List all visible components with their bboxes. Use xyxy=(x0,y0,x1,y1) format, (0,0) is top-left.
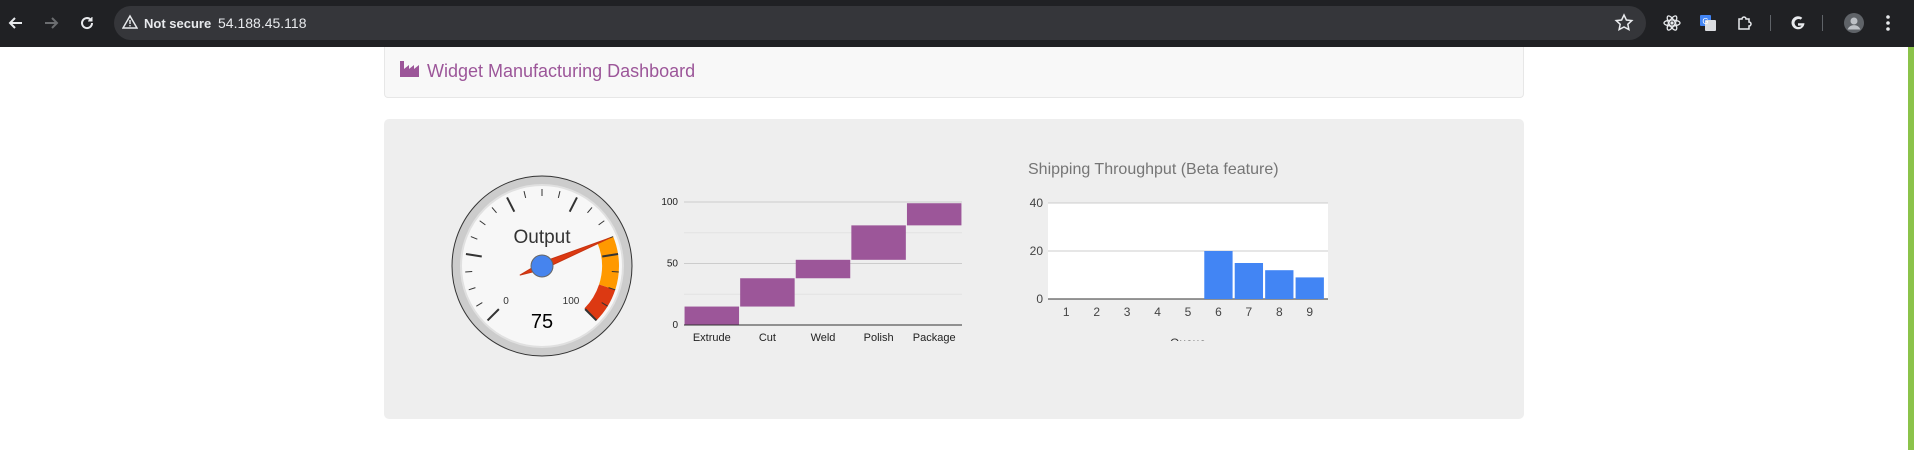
gauge-tick xyxy=(465,270,473,273)
throughput-bar[interactable] xyxy=(1295,277,1324,299)
forward-icon[interactable] xyxy=(39,11,63,35)
waterfall-bar[interactable] xyxy=(795,259,851,279)
google-translate-icon[interactable]: G xyxy=(1696,11,1720,35)
x-tick-label: Cut xyxy=(759,332,776,344)
dashboard-panel: Output 0 100 75 0 50 100 Extrude Cut Weld Poli… xyxy=(384,119,1524,419)
gauge-tick xyxy=(611,270,619,273)
gauge-hub xyxy=(530,254,554,278)
throughput-bar[interactable] xyxy=(1204,251,1233,299)
gauge-max-label: 100 xyxy=(563,296,580,307)
x-tick-label: 1 xyxy=(1063,305,1070,319)
x-tick-label: 2 xyxy=(1093,305,1100,319)
profile-avatar-icon[interactable] xyxy=(1842,11,1866,35)
y-tick-label: 40 xyxy=(1030,196,1044,210)
svg-text:G: G xyxy=(1702,17,1708,26)
toolbar-divider xyxy=(1770,15,1771,31)
dashboard-navbar: Widget Manufacturing Dashboard xyxy=(384,47,1524,98)
page-title: Widget Manufacturing Dashboard xyxy=(427,61,696,81)
throughput-bar[interactable] xyxy=(1265,270,1294,299)
google-icon[interactable] xyxy=(1786,11,1810,35)
warning-icon xyxy=(121,14,139,33)
react-devtools-icon[interactable] xyxy=(1660,11,1684,35)
x-axis-label: Queue xyxy=(1170,336,1206,341)
menu-dots-icon[interactable] xyxy=(1876,11,1900,35)
waterfall-bar[interactable] xyxy=(684,306,740,325)
navbar-brand[interactable]: Widget Manufacturing Dashboard xyxy=(400,61,695,82)
shipping-svg: 0 20 40 1 2 3 4 5 6 7 8 9 Queue xyxy=(1030,196,1328,341)
gauge-min-label: 0 xyxy=(503,296,509,307)
x-tick-label: Weld xyxy=(811,332,836,344)
x-tick-label: 5 xyxy=(1185,305,1192,319)
gauge-label: Output xyxy=(513,227,571,248)
factory-icon xyxy=(400,61,419,82)
x-tick-label: 8 xyxy=(1276,305,1283,319)
output-gauge: Output 0 100 75 xyxy=(451,175,633,357)
gauge-value: 75 xyxy=(531,311,553,333)
x-tick-label: 6 xyxy=(1215,305,1222,319)
toolbar-divider xyxy=(1822,15,1823,31)
shipping-throughput-chart: Shipping Throughput (Beta feature) 0 20 40… xyxy=(1028,161,1358,361)
address-bar[interactable]: Not secure 54.188.45.118 xyxy=(114,6,1646,40)
extensions-icon[interactable] xyxy=(1732,11,1756,35)
x-tick-label: 7 xyxy=(1246,305,1253,319)
x-tick-label: 9 xyxy=(1306,305,1313,319)
x-tick-label: Package xyxy=(913,332,956,344)
x-tick-label: 3 xyxy=(1124,305,1131,319)
browser-toolbar: Not secure 54.188.45.118 G xyxy=(0,0,1914,47)
security-chip[interactable]: Not secure xyxy=(121,6,212,40)
url-text[interactable]: 54.188.45.118 xyxy=(218,6,307,40)
reload-icon[interactable] xyxy=(75,11,99,35)
security-label: Not secure xyxy=(144,15,212,31)
gauge-svg: Output 0 100 75 xyxy=(451,175,633,357)
y-tick-label: 50 xyxy=(667,259,679,270)
y-tick-label: 100 xyxy=(661,197,678,208)
throughput-bar[interactable] xyxy=(1234,263,1264,299)
back-icon[interactable] xyxy=(4,11,28,35)
star-icon[interactable] xyxy=(1614,13,1634,33)
waterfall-bar[interactable] xyxy=(906,203,962,226)
y-tick-label: 0 xyxy=(672,320,678,331)
waterfall-bar[interactable] xyxy=(740,278,795,307)
x-tick-label: Extrude xyxy=(693,332,731,344)
waterfall-bar[interactable] xyxy=(851,225,906,260)
window-edge xyxy=(1908,47,1914,450)
x-tick-label: Polish xyxy=(864,332,894,344)
y-tick-label: 20 xyxy=(1030,244,1044,258)
waterfall-svg: 0 50 100 Extrude Cut Weld Polish Package xyxy=(661,197,962,344)
y-tick-label: 0 xyxy=(1036,292,1043,306)
x-tick-label: 4 xyxy=(1154,305,1161,319)
process-waterfall-chart: 0 50 100 Extrude Cut Weld Polish Package xyxy=(660,189,980,469)
